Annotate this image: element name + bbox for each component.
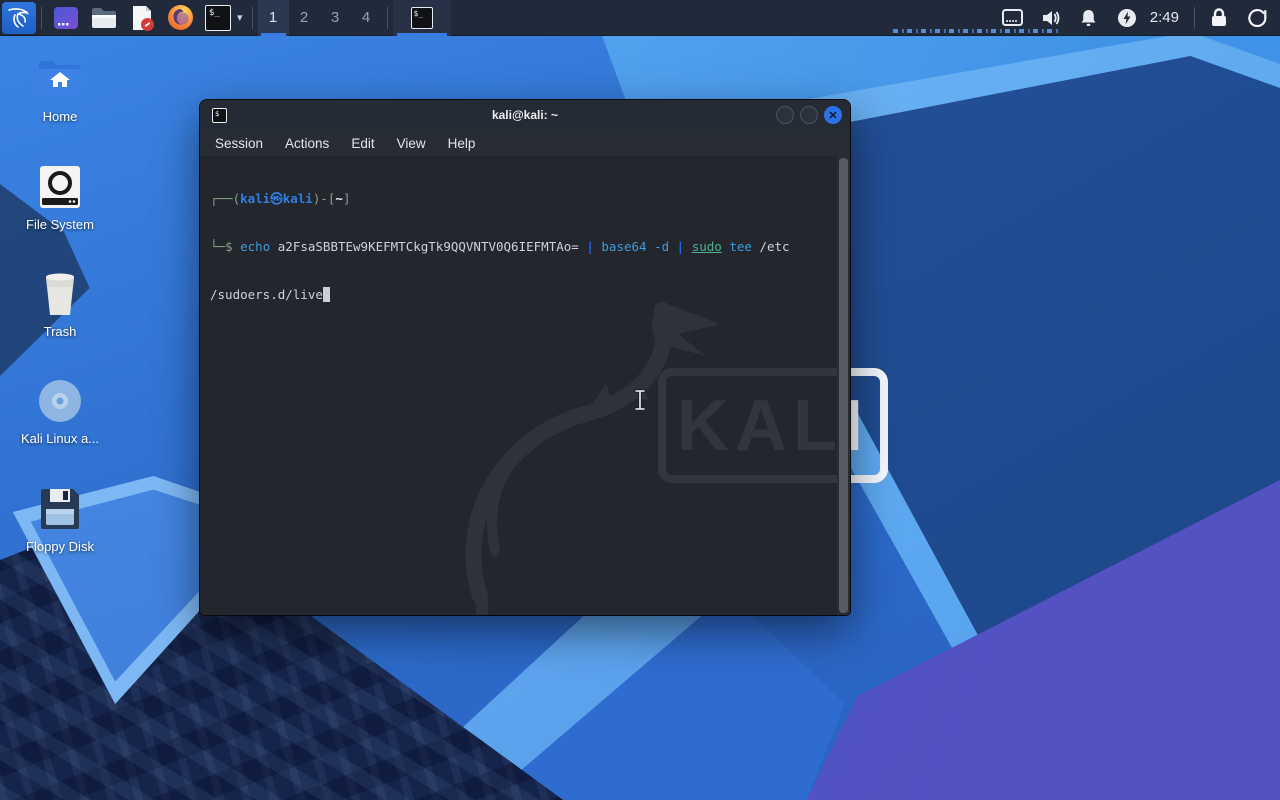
trash-can-icon [36, 270, 84, 318]
folder-icon [92, 7, 116, 28]
panel-render-artifact [893, 29, 1061, 33]
document-edit-icon [133, 5, 154, 31]
terminal-scrollbar[interactable] [837, 156, 850, 615]
top-panel: $_ ▾ 1 2 3 4 $_ 2:49 [0, 0, 1280, 36]
home-folder-icon [36, 55, 84, 103]
desktop-icon-label: Kali Linux a... [20, 431, 100, 446]
titlebar[interactable]: $ kali@kali: ~ [200, 100, 850, 130]
maximize-button[interactable] [800, 106, 818, 124]
workspace-3[interactable]: 3 [320, 0, 351, 36]
terminal-text: ┌──(kali㉿kali)-[~] └─$ echo a2FsaSBBTEw9… [210, 159, 824, 335]
workspace-1[interactable]: 1 [257, 0, 289, 36]
desktop-icon-label: Home [42, 109, 78, 124]
terminal-viewport[interactable]: KALI ┌──(kali㉿kali)-[~] └─$ echo a2FsaSB… [200, 156, 850, 615]
workspace-2[interactable]: 2 [289, 0, 320, 36]
window-title: kali@kali: ~ [491, 108, 559, 122]
launcher-app-window[interactable] [47, 0, 85, 36]
desktop-icon-label: Trash [43, 324, 77, 339]
scrollbar-thumb[interactable] [839, 158, 848, 613]
desktop-icon-label: Floppy Disk [26, 539, 94, 554]
workspace-4[interactable]: 4 [351, 0, 382, 36]
menu-session[interactable]: Session [215, 136, 263, 151]
notifications-tray-icon[interactable] [1070, 0, 1108, 36]
cd-disc-icon [36, 377, 84, 425]
firefox-icon [167, 5, 193, 30]
kali-menu-button[interactable] [2, 1, 36, 34]
taskbar-terminal-button[interactable]: $_ [392, 0, 451, 36]
menu-view[interactable]: View [397, 136, 426, 151]
desktop-icon-trash[interactable]: Trash [12, 270, 108, 339]
panel-separator [251, 6, 253, 29]
desktop-icon-label: File System [26, 217, 94, 232]
prompt-line-1: ┌──(kali㉿kali)-[~] [210, 191, 351, 206]
launcher-text-editor[interactable] [123, 0, 161, 36]
kali-text-showthrough: KALI [677, 385, 850, 466]
launcher-firefox[interactable] [161, 0, 199, 36]
terminal-icon: $_ [410, 6, 433, 29]
desktop-icon-home[interactable]: Home [12, 55, 108, 124]
lock-icon[interactable] [1200, 0, 1238, 36]
clock[interactable]: 2:49 [1146, 9, 1189, 26]
terminal-icon: $_ [205, 4, 231, 31]
menu-actions[interactable]: Actions [285, 136, 329, 151]
power-manager-tray-icon[interactable] [1108, 0, 1146, 36]
desktop: KALI Home File System [0, 0, 1280, 800]
kali-box-showthrough: KALI [658, 368, 850, 483]
menu-help[interactable]: Help [448, 136, 476, 151]
panel-separator [41, 6, 42, 29]
close-button[interactable] [824, 106, 842, 124]
floppy-disk-icon [36, 485, 84, 533]
launcher-terminal[interactable]: $_ [199, 0, 237, 36]
menubar: Session Actions Edit View Help [200, 130, 850, 156]
panel-separator [386, 6, 388, 29]
panel-separator [1194, 6, 1195, 29]
chevron-down-icon[interactable]: ▾ [237, 11, 247, 24]
hard-drive-icon [36, 163, 84, 211]
logout-icon[interactable] [1238, 0, 1276, 36]
command-line-wrap: /sudoers.d/live [210, 287, 824, 303]
launcher-file-manager[interactable] [85, 0, 123, 36]
text-cursor [322, 287, 331, 302]
kali-dragon-icon [8, 7, 30, 28]
command-line: └─$ echo a2FsaSBBTEw9KEFMTCkgTk9QQVNTV0Q… [210, 239, 790, 254]
menu-edit[interactable]: Edit [351, 136, 374, 151]
app-window-icon [54, 6, 78, 29]
desktop-icon-floppy[interactable]: Floppy Disk [12, 485, 108, 554]
mouse-ibeam-cursor [634, 389, 646, 411]
window-terminal-icon: $ [212, 108, 227, 123]
desktop-icon-kali-cd[interactable]: Kali Linux a... [12, 377, 108, 446]
minimize-button[interactable] [776, 106, 794, 124]
desktop-icon-file-system[interactable]: File System [12, 163, 108, 232]
terminal-window[interactable]: $ kali@kali: ~ Session Actions Edit View… [200, 100, 850, 615]
